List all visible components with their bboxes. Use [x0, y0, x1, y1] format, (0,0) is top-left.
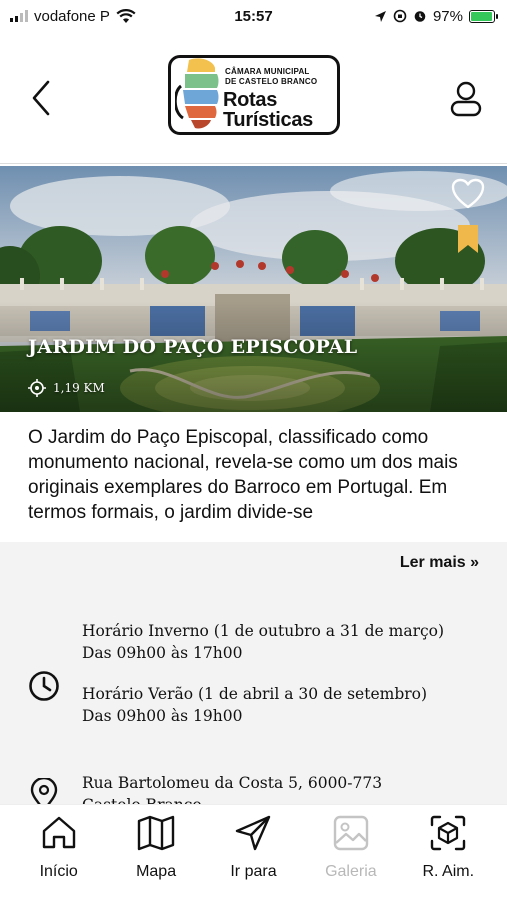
- alarm-icon: [414, 11, 426, 22]
- info-section: Ler mais » Horário Inverno (1 de outubro…: [0, 542, 507, 804]
- user-icon: [450, 81, 482, 117]
- logo-org-line1: CÂMARA MUNICIPAL: [225, 67, 310, 76]
- winter-hours-label: Horário Inverno (1 de outubro a 31 de ma…: [82, 622, 445, 640]
- wifi-icon: [116, 8, 136, 23]
- map-pin-icon: [30, 778, 58, 804]
- place-title: JARDIM DO PAÇO EPISCOPAL: [28, 336, 358, 358]
- nav-goto[interactable]: Ir para: [208, 813, 298, 900]
- logo-mark-icon: [175, 58, 219, 129]
- chevron-left-icon: [32, 80, 50, 116]
- logo-title: Rotas Turísticas: [223, 90, 313, 130]
- bookmark-button[interactable]: [457, 224, 479, 254]
- summer-hours-time: Das 09h00 às 19h00: [82, 707, 243, 725]
- address-line1: Rua Bartolomeu da Costa 5, 6000-773: [82, 774, 383, 792]
- battery-icon: [469, 9, 498, 23]
- battery-percent: 97%: [432, 7, 463, 25]
- address-line2: Castelo Branco: [82, 794, 412, 804]
- image-gallery-icon: [333, 815, 369, 851]
- status-bar: vodafone P 15:57 97%: [0, 0, 507, 32]
- summer-hours-label: Horário Verão (1 de abril a 30 de setemb…: [82, 685, 428, 703]
- app-header: CÂMARA MUNICIPAL DE CASTELO BRANCO Rotas…: [0, 32, 507, 164]
- distance-value: 1,19 KM: [53, 381, 105, 395]
- nav-ar-label: R. Aim.: [422, 863, 475, 880]
- winter-hours-time: Das 09h00 às 17h00: [82, 644, 243, 662]
- nav-home-label: Início: [39, 863, 78, 880]
- bookmark-icon: [458, 225, 478, 253]
- logo-title-line2: Turísticas: [223, 109, 313, 131]
- logo-title-line1: Rotas: [223, 89, 278, 111]
- favorite-button[interactable]: [451, 178, 485, 210]
- status-right: 97%: [374, 7, 498, 25]
- ar-cube-icon: [431, 815, 466, 851]
- app-logo: CÂMARA MUNICIPAL DE CASTELO BRANCO Rotas…: [168, 55, 340, 135]
- hours-text: Horário Inverno (1 de outubro a 31 de ma…: [82, 620, 444, 746]
- back-button[interactable]: [26, 78, 56, 118]
- home-icon: [42, 816, 75, 849]
- nav-home[interactable]: Início: [14, 813, 104, 900]
- status-time: 15:57: [234, 7, 273, 25]
- nav-goto-label: Ir para: [230, 863, 277, 880]
- clock-icon: [29, 671, 59, 701]
- logo-org-line2: DE CASTELO BRANCO: [225, 77, 318, 86]
- nav-gallery-label: Galeria: [325, 863, 377, 880]
- profile-button[interactable]: [449, 80, 483, 118]
- signal-icon: [10, 10, 28, 22]
- status-left: vodafone P: [10, 8, 136, 25]
- map-icon: [137, 815, 175, 851]
- nav-map[interactable]: Mapa: [111, 813, 201, 900]
- carrier-name: vodafone P: [34, 7, 110, 25]
- location-arrow-icon: [374, 10, 386, 22]
- place-description: O Jardim do Paço Episcopal, classificado…: [0, 412, 507, 542]
- nav-map-label: Mapa: [136, 863, 177, 880]
- garden-photo: [0, 166, 507, 412]
- bottom-navigation: Início Mapa Ir para Galeria R. Aim.: [0, 804, 507, 900]
- address-text: Rua Bartolomeu da Costa 5, 6000-773 Cast…: [82, 772, 412, 804]
- rotation-lock-icon: [393, 9, 407, 23]
- hero-image: JARDIM DO PAÇO EPISCOPAL 1,19 KM: [0, 166, 507, 412]
- distance-info: 1,19 KM: [28, 379, 105, 397]
- navigation-arrow-icon: [236, 815, 271, 851]
- crosshair-location-icon: [28, 379, 46, 397]
- read-more-link[interactable]: Ler mais »: [400, 554, 479, 572]
- heart-icon: [451, 178, 485, 209]
- logo-organization: CÂMARA MUNICIPAL DE CASTELO BRANCO: [225, 67, 317, 87]
- nav-ar[interactable]: R. Aim.: [403, 813, 493, 900]
- nav-gallery[interactable]: Galeria: [306, 813, 396, 900]
